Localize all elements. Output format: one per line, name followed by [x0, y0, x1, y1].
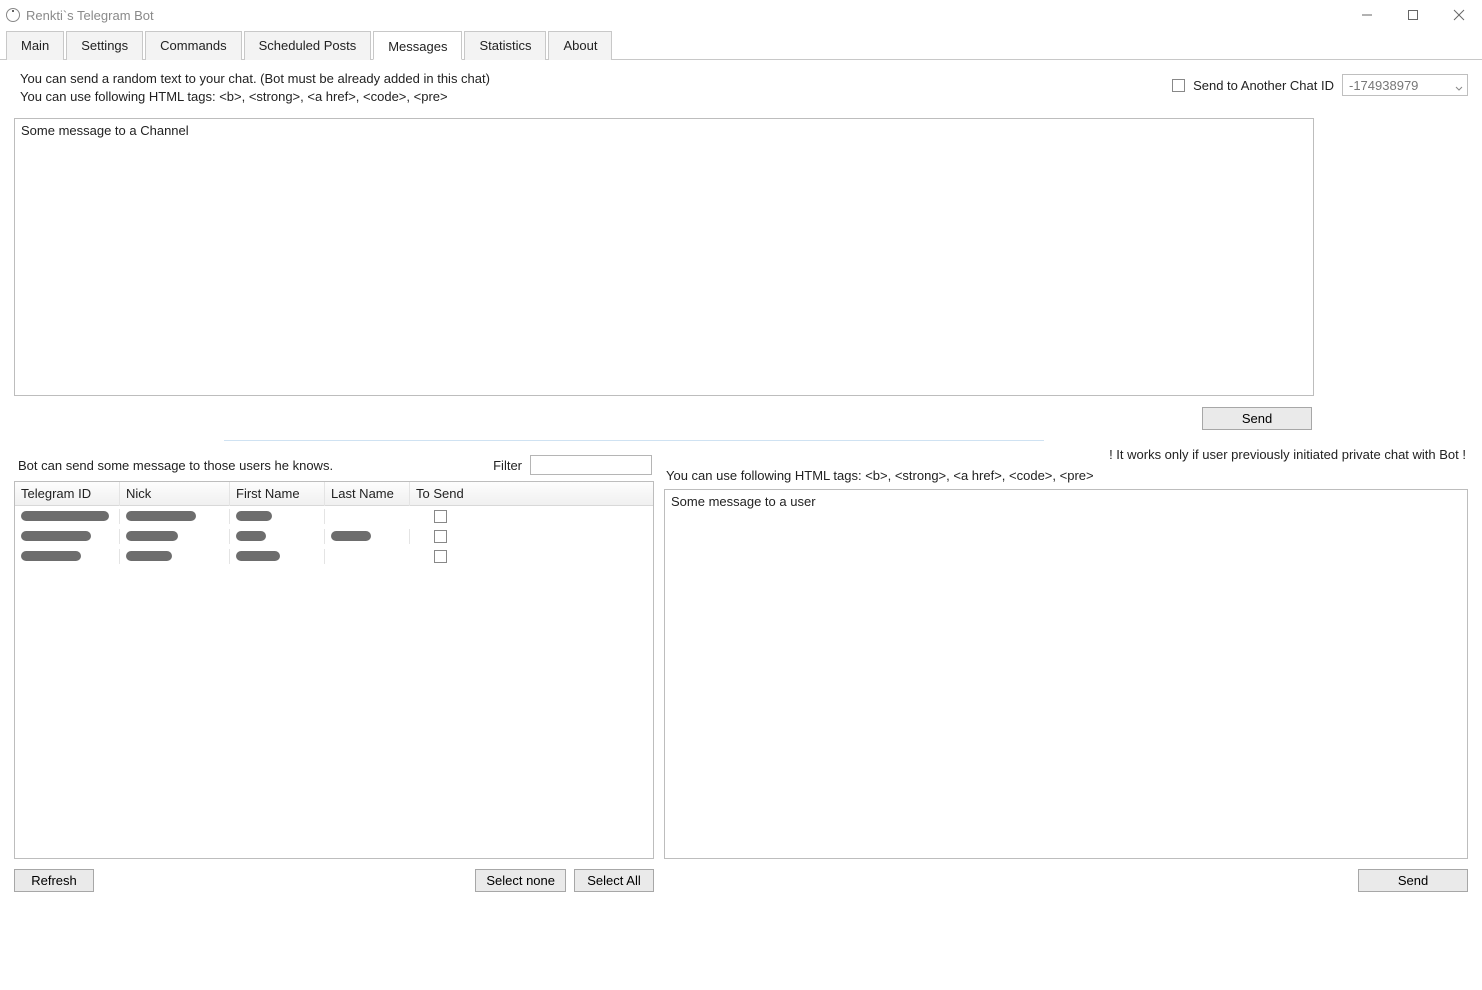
row-send-checkbox[interactable] [434, 510, 447, 523]
maximize-button[interactable] [1390, 0, 1436, 30]
filter-label: Filter [493, 458, 522, 473]
minimize-button[interactable] [1344, 0, 1390, 30]
send-other-chat-row: Send to Another Chat ID -174938979 [1172, 70, 1468, 96]
user-message-input[interactable] [664, 489, 1468, 859]
upper-info-line1: You can send a random text to your chat.… [20, 70, 490, 88]
col-telegram-id[interactable]: Telegram ID [15, 482, 120, 506]
right-info-text: You can use following HTML tags: <b>, <s… [664, 462, 1468, 489]
select-none-button[interactable]: Select none [475, 869, 566, 892]
users-info-text: Bot can send some message to those users… [18, 458, 333, 473]
table-row[interactable] [15, 506, 653, 526]
col-first-name[interactable]: First Name [230, 482, 325, 506]
chat-id-combo[interactable]: -174938979 [1342, 74, 1468, 96]
tab-messages[interactable]: Messages [373, 31, 462, 60]
window-title: Renkti`s Telegram Bot [26, 8, 154, 23]
private-chat-warning: ! It works only if user previously initi… [664, 445, 1468, 462]
users-table[interactable]: Telegram ID Nick First Name Last Name To… [14, 481, 654, 859]
chevron-down-icon [1455, 81, 1463, 89]
col-last-name[interactable]: Last Name [325, 482, 410, 506]
row-send-checkbox[interactable] [434, 550, 447, 563]
tab-statistics[interactable]: Statistics [464, 31, 546, 60]
tab-scheduled-posts[interactable]: Scheduled Posts [244, 31, 372, 60]
tab-commands[interactable]: Commands [145, 31, 241, 60]
tab-main[interactable]: Main [6, 31, 64, 60]
upper-info-line2: You can use following HTML tags: <b>, <s… [20, 88, 490, 106]
titlebar: Renkti`s Telegram Bot [0, 0, 1482, 30]
send-other-chat-checkbox[interactable] [1172, 79, 1185, 92]
send-channel-button[interactable]: Send [1202, 407, 1312, 430]
col-to-send[interactable]: To Send [410, 482, 470, 506]
upper-info-text: You can send a random text to your chat.… [14, 70, 490, 106]
close-button[interactable] [1436, 0, 1482, 30]
select-all-button[interactable]: Select All [574, 869, 654, 892]
chat-id-value: -174938979 [1349, 78, 1418, 93]
col-nick[interactable]: Nick [120, 482, 230, 506]
tab-about[interactable]: About [548, 31, 612, 60]
send-user-button[interactable]: Send [1358, 869, 1468, 892]
row-send-checkbox[interactable] [434, 530, 447, 543]
table-row[interactable] [15, 526, 653, 546]
app-icon [6, 8, 20, 22]
channel-message-input[interactable] [14, 118, 1314, 396]
send-other-chat-label: Send to Another Chat ID [1193, 78, 1334, 93]
tab-bar: Main Settings Commands Scheduled Posts M… [0, 30, 1482, 60]
refresh-button[interactable]: Refresh [14, 869, 94, 892]
tab-settings[interactable]: Settings [66, 31, 143, 60]
filter-input[interactable] [530, 455, 652, 475]
table-header: Telegram ID Nick First Name Last Name To… [15, 482, 653, 506]
table-row[interactable] [15, 546, 653, 566]
